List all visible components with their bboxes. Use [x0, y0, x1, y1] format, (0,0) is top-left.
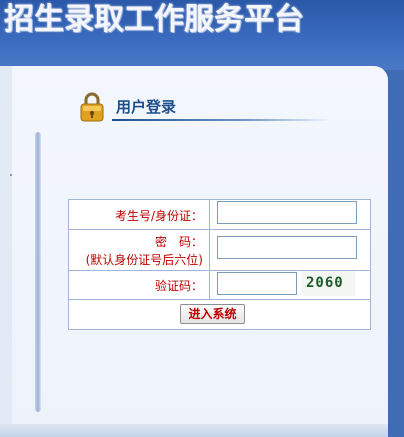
- password-hint: (默认身份证号后六位): [85, 253, 203, 267]
- login-heading: 用户登录: [116, 98, 177, 116]
- vertical-divider: [35, 132, 41, 412]
- id-label-cell: 考生号/身份证：: [69, 200, 210, 229]
- left-strip: [0, 66, 12, 437]
- panel-bottom-edge: [0, 424, 388, 437]
- enter-system-button[interactable]: 进入系统: [180, 304, 245, 324]
- heading-underline: [112, 119, 332, 121]
- decorative-dot: [10, 174, 12, 176]
- captcha-image[interactable]: 2060: [301, 271, 355, 296]
- captcha-input[interactable]: [217, 272, 297, 295]
- id-label: 考生号/身份证：: [114, 209, 203, 223]
- header-banner: 招生录取工作服务平台: [0, 0, 404, 70]
- captcha-label-cell: 验证码：: [69, 270, 210, 299]
- password-label: 密 码：: [154, 235, 203, 249]
- site-title: 招生录取工作服务平台: [4, 2, 304, 37]
- password-label-cell: 密 码： (默认身份证号后六位): [69, 229, 210, 270]
- captcha-image-text: 2060: [306, 275, 344, 291]
- captcha-label: 验证码：: [154, 279, 203, 293]
- password-input[interactable]: [217, 236, 357, 259]
- student-id-input[interactable]: [217, 201, 357, 224]
- lock-icon: [80, 92, 104, 122]
